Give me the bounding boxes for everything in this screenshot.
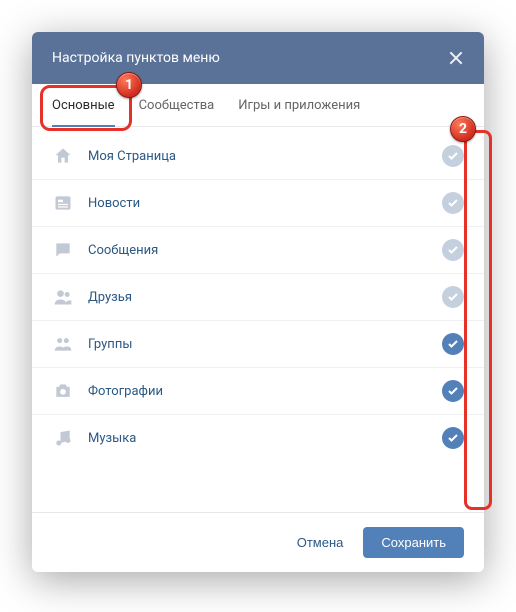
tabs: Основные Сообщества Игры и приложения (32, 84, 484, 127)
check-icon[interactable] (442, 192, 464, 214)
groups-icon (52, 333, 74, 355)
list-item[interactable]: Сообщения (32, 226, 484, 273)
tab-communities[interactable]: Сообщества (139, 98, 215, 126)
item-label: Новости (88, 196, 428, 211)
item-label: Сообщения (88, 243, 428, 258)
tab-games-apps[interactable]: Игры и приложения (238, 98, 360, 126)
list-item[interactable]: Моя Страница (32, 133, 484, 179)
annotation-badge-1: 1 (116, 72, 142, 98)
annotation-badge-2: 2 (450, 116, 476, 142)
photos-icon (52, 380, 74, 402)
item-label: Моя Страница (88, 149, 428, 164)
dialog-header: Настройка пунктов меню (32, 32, 484, 84)
list-item[interactable]: Друзья (32, 273, 484, 320)
check-icon[interactable] (442, 333, 464, 355)
music-icon (52, 427, 74, 449)
messages-icon (52, 239, 74, 261)
home-icon (52, 145, 74, 167)
dialog-title: Настройка пунктов меню (52, 50, 220, 66)
check-icon[interactable] (442, 239, 464, 261)
dialog-footer: Отмена Сохранить (32, 512, 484, 572)
item-label: Группы (88, 337, 428, 352)
save-button[interactable]: Сохранить (363, 527, 464, 558)
check-icon[interactable] (442, 145, 464, 167)
friends-icon (52, 286, 74, 308)
close-icon[interactable] (448, 50, 464, 66)
check-icon[interactable] (442, 427, 464, 449)
menu-items-list: Моя Страница Новости Сообщения (32, 127, 484, 461)
item-label: Друзья (88, 290, 428, 305)
tab-main[interactable]: Основные (52, 98, 115, 127)
list-item[interactable]: Музыка (32, 414, 484, 461)
list-item[interactable]: Фотографии (32, 367, 484, 414)
check-icon[interactable] (442, 286, 464, 308)
check-icon[interactable] (442, 380, 464, 402)
list-item[interactable]: Новости (32, 179, 484, 226)
dialog: Настройка пунктов меню Основные Сообщест… (32, 32, 484, 572)
news-icon (52, 192, 74, 214)
item-label: Фотографии (88, 384, 428, 399)
item-label: Музыка (88, 431, 428, 446)
list-item[interactable]: Группы (32, 320, 484, 367)
cancel-button[interactable]: Отмена (291, 527, 350, 558)
menu-items-scroll[interactable]: Моя Страница Новости Сообщения (32, 127, 484, 512)
